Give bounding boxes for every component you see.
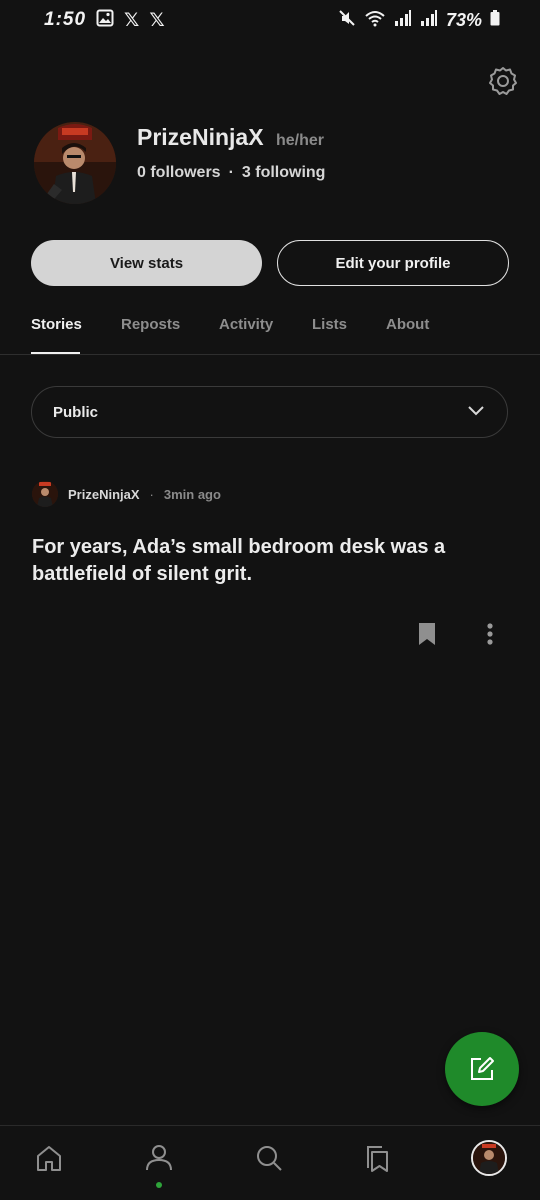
story-meta: PrizeNinjaX · 3min ago bbox=[32, 481, 221, 507]
bottom-navigation bbox=[0, 1125, 540, 1200]
avatar-photo bbox=[473, 1142, 505, 1174]
profile-pronouns: he/her bbox=[276, 132, 325, 149]
chevron-down-icon bbox=[467, 403, 485, 421]
story-separator: · bbox=[149, 486, 154, 502]
gear-icon bbox=[489, 67, 517, 95]
nav-home[interactable] bbox=[31, 1140, 67, 1176]
avatar-photo bbox=[34, 122, 116, 204]
signal-icon bbox=[394, 9, 412, 31]
status-left: 1:50 𝕏 𝕏 bbox=[44, 9, 165, 32]
profile-tabs: Stories Reposts Activity Lists About bbox=[0, 300, 540, 355]
follow-separator: · bbox=[228, 164, 234, 181]
bookmark-button[interactable] bbox=[414, 620, 440, 648]
view-stats-button[interactable]: View stats bbox=[31, 240, 262, 286]
tab-stories[interactable]: Stories bbox=[31, 316, 82, 333]
more-vertical-icon bbox=[487, 623, 493, 645]
x-logo-icon: 𝕏 bbox=[124, 9, 140, 31]
nav-search[interactable] bbox=[251, 1140, 287, 1176]
active-nav-indicator bbox=[156, 1182, 162, 1188]
more-options-button[interactable] bbox=[478, 620, 502, 648]
profile-avatar[interactable] bbox=[34, 122, 116, 204]
battery-text: 73% bbox=[445, 9, 482, 30]
settings-button[interactable] bbox=[486, 64, 520, 98]
story-title[interactable]: For years, Ada’s small bedroom desk was … bbox=[32, 534, 502, 588]
library-icon bbox=[367, 1146, 388, 1172]
search-icon bbox=[257, 1146, 282, 1171]
status-bar: 1:50 𝕏 𝕏 73% bbox=[0, 0, 540, 40]
avatar bbox=[471, 1140, 507, 1176]
story-author-name[interactable]: PrizeNinjaX bbox=[68, 487, 140, 502]
following-count[interactable]: 3 following bbox=[242, 164, 326, 182]
status-time: 1:50 bbox=[44, 9, 87, 30]
x-logo-icon: 𝕏 bbox=[149, 9, 165, 31]
edit-profile-button[interactable]: Edit your profile bbox=[277, 240, 509, 286]
nav-profile[interactable] bbox=[141, 1140, 177, 1176]
bookmark-icon bbox=[419, 623, 435, 645]
profile-screen: 1:50 𝕏 𝕏 73% PrizeNinjaX he/her 0 follow… bbox=[0, 0, 540, 1200]
nav-account[interactable] bbox=[471, 1140, 507, 1176]
profile-name: PrizeNinjaX bbox=[137, 124, 264, 150]
gallery-icon bbox=[96, 9, 114, 32]
tab-reposts[interactable]: Reposts bbox=[121, 316, 180, 333]
signal-icon bbox=[420, 9, 438, 31]
story-author-avatar[interactable] bbox=[32, 481, 58, 507]
visibility-filter-dropdown[interactable]: Public bbox=[31, 386, 508, 438]
tab-about[interactable]: About bbox=[386, 316, 429, 333]
nav-library[interactable] bbox=[360, 1140, 396, 1176]
edit-icon bbox=[471, 1057, 494, 1080]
tab-lists[interactable]: Lists bbox=[312, 316, 347, 333]
status-right: 73% bbox=[338, 9, 500, 32]
active-tab-indicator bbox=[31, 352, 80, 354]
home-icon bbox=[37, 1146, 61, 1171]
avatar-photo bbox=[32, 481, 58, 507]
mute-icon bbox=[338, 9, 356, 32]
wifi-icon bbox=[364, 9, 386, 32]
tab-activity[interactable]: Activity bbox=[219, 316, 273, 333]
followers-count[interactable]: 0 followers bbox=[137, 164, 221, 182]
write-story-button[interactable] bbox=[445, 1032, 519, 1106]
battery-icon bbox=[490, 9, 500, 31]
story-timestamp: 3min ago bbox=[163, 486, 221, 502]
follow-stats: 0 followers · 3 following bbox=[137, 164, 325, 182]
profile-icon bbox=[146, 1145, 172, 1171]
filter-selected-value: Public bbox=[53, 403, 99, 421]
